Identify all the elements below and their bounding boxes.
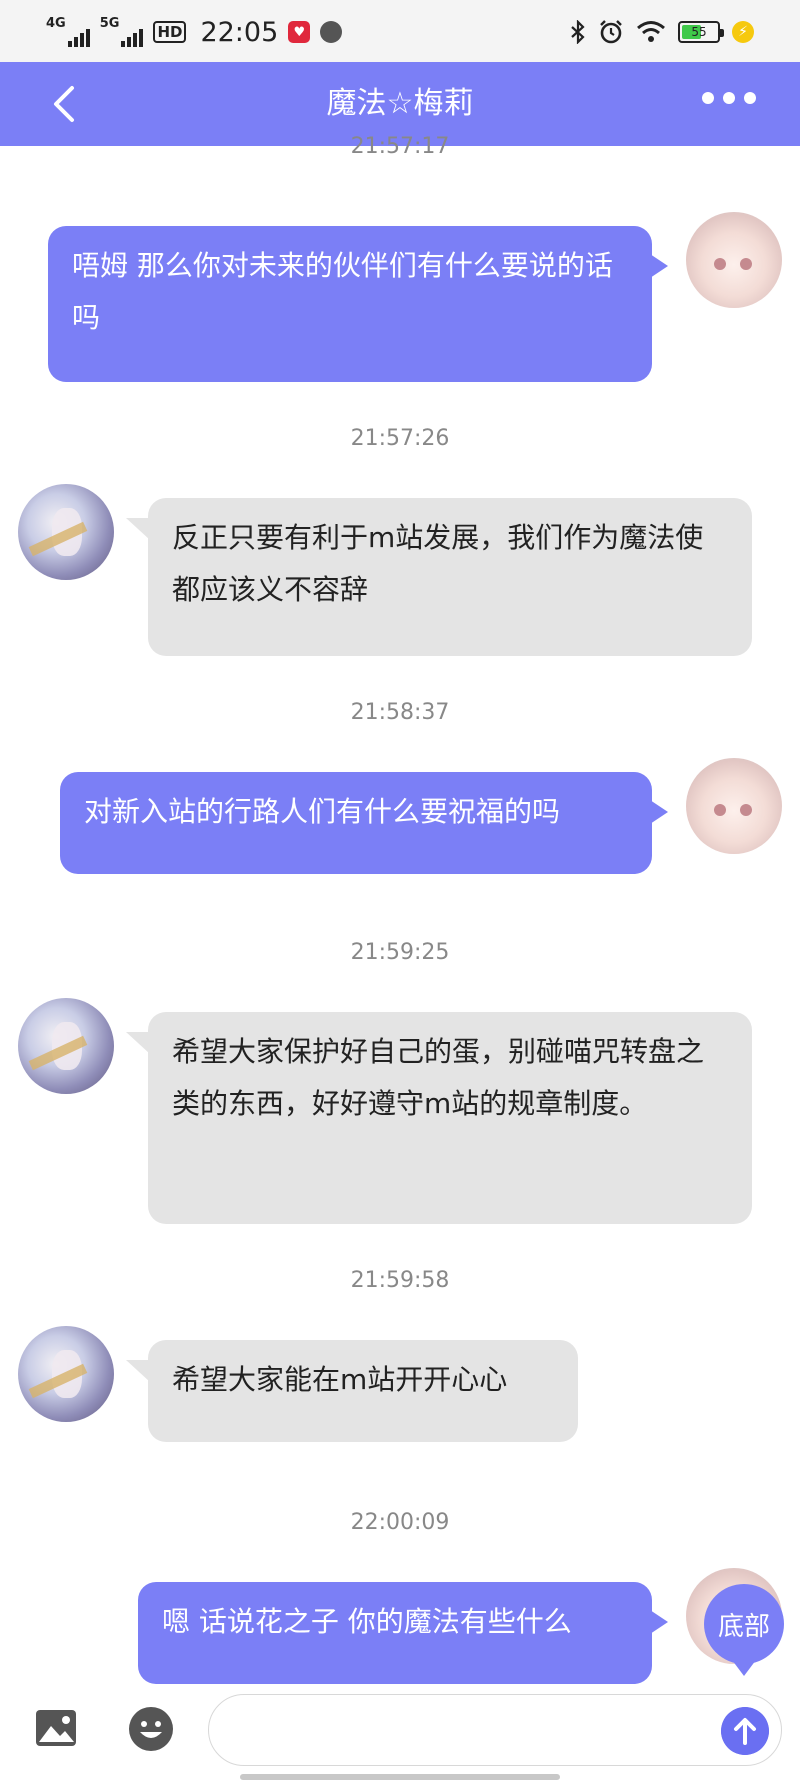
emoji-icon[interactable]	[128, 1706, 174, 1752]
sent-message-bubble[interactable]: 嗯 话说花之子 你的魔法有些什么	[138, 1582, 668, 1684]
status-left: 4G 5G HD 22:05 ♥	[46, 12, 343, 52]
message-timestamp: 21:59:25	[350, 940, 450, 965]
contact-avatar[interactable]	[18, 1326, 114, 1422]
hd-voice-icon: HD	[153, 21, 187, 43]
home-indicator[interactable]	[240, 1774, 560, 1780]
my-avatar[interactable]	[686, 212, 782, 308]
message-timestamp: 21:57:17	[350, 134, 450, 159]
my-avatar[interactable]	[686, 758, 782, 854]
network-label-4g: 4G	[46, 16, 66, 31]
bluetooth-icon	[571, 20, 585, 44]
sent-message-bubble[interactable]: 唔姆 那么你对未来的伙伴们有什么要说的话吗	[48, 226, 668, 382]
charging-icon: ⚡	[732, 21, 754, 43]
contact-avatar[interactable]	[18, 998, 114, 1094]
app-notification-icon: ♥	[288, 21, 311, 43]
status-right: 55 ⚡	[570, 12, 754, 52]
message-timestamp: 21:59:58	[350, 1268, 450, 1293]
image-picker-icon[interactable]	[34, 1706, 78, 1750]
contact-avatar[interactable]	[18, 484, 114, 580]
input-bar	[0, 1684, 800, 1784]
more-options-icon[interactable]	[702, 92, 756, 104]
received-message-bubble[interactable]: 反正只要有利于m站发展，我们作为魔法使都应该义不容辞	[126, 498, 752, 656]
wifi-icon	[637, 21, 665, 42]
network-label-5g: 5G	[99, 16, 120, 31]
battery-icon: 55	[678, 21, 724, 43]
received-message-bubble[interactable]: 希望大家保护好自己的蛋，别碰喵咒转盘之类的东西，好好遵守m站的规章制度。	[126, 1012, 752, 1224]
status-time: 22:05	[200, 16, 279, 48]
signal-bars-icon	[67, 29, 90, 47]
message-timestamp: 22:00:09	[350, 1510, 450, 1535]
message-timestamp: 21:58:37	[350, 700, 450, 725]
sent-message-bubble[interactable]: 对新入站的行路人们有什么要祝福的吗	[60, 772, 668, 874]
message-input[interactable]	[208, 1694, 782, 1766]
scroll-to-bottom-button[interactable]: 底部	[704, 1584, 784, 1676]
status-bar: 4G 5G HD 22:05 ♥ 55 ⚡	[0, 0, 800, 62]
send-button[interactable]	[721, 1707, 769, 1755]
signal-5g: 5G	[100, 17, 144, 47]
audio-notification-icon	[320, 21, 343, 43]
signal-bars-icon	[121, 29, 144, 47]
signal-4g: 4G	[46, 17, 90, 47]
received-message-bubble[interactable]: 希望大家能在m站开开心心	[126, 1340, 578, 1442]
battery-level: 55	[691, 25, 707, 39]
alarm-icon	[600, 20, 622, 44]
message-timestamp: 21:57:26	[350, 426, 450, 451]
